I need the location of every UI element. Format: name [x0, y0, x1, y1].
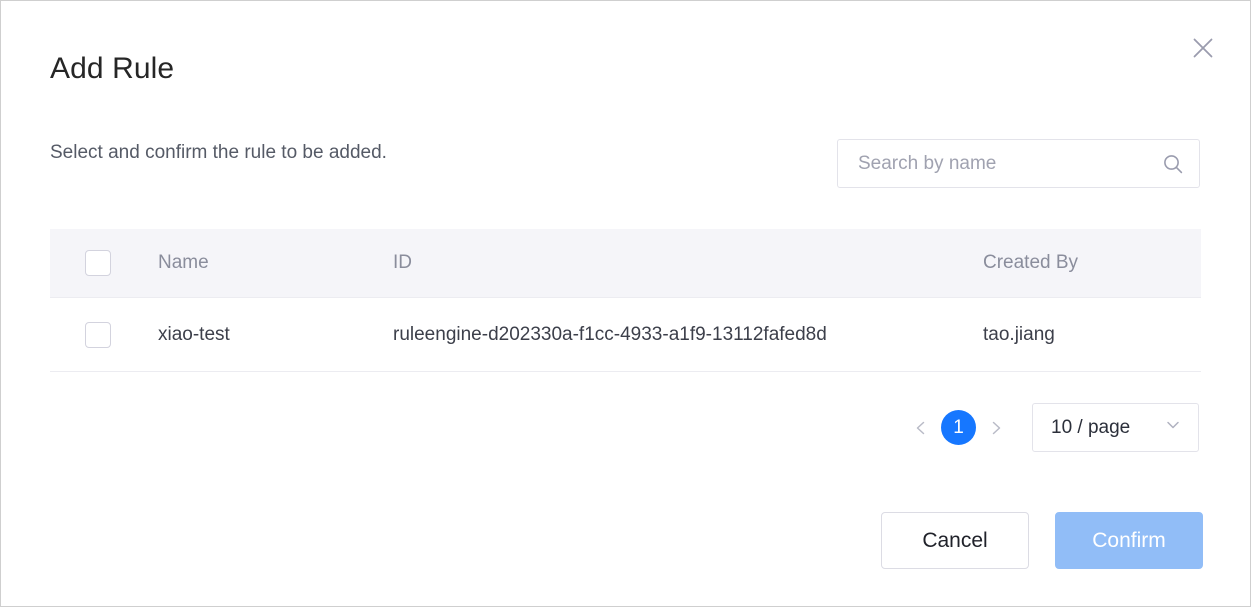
confirm-button[interactable]: Confirm [1055, 512, 1203, 569]
table-row-select-cell [50, 321, 158, 348]
screen: Add Rule Select and confirm the rule to … [0, 0, 1251, 607]
dialog-subtitle: Select and confirm the rule to be added. [50, 142, 387, 163]
search-box[interactable] [837, 139, 1200, 188]
row-checkbox[interactable] [85, 321, 111, 348]
pagination: 1 10 / page [904, 403, 1199, 452]
table-row[interactable]: xiao-test ruleengine-d202330a-f1cc-4933-… [50, 298, 1201, 372]
chevron-down-icon [1164, 416, 1182, 439]
cell-id: ruleengine-d202330a-f1cc-4933-a1f9-13112… [393, 323, 827, 345]
add-rule-dialog: Add Rule Select and confirm the rule to … [1, 1, 1250, 606]
chevron-left-icon[interactable] [904, 411, 938, 445]
column-header-name[interactable]: Name [158, 252, 393, 274]
close-icon[interactable] [1186, 31, 1220, 65]
page-size-select[interactable]: 10 / page [1032, 403, 1199, 452]
dialog-footer: Cancel Confirm [881, 512, 1203, 569]
column-header-created-by[interactable]: Created By [983, 252, 1201, 274]
page-size-label: 10 / page [1051, 416, 1131, 438]
cell-name: xiao-test [158, 323, 230, 345]
column-header-id[interactable]: ID [393, 252, 983, 274]
cancel-button[interactable]: Cancel [881, 512, 1029, 569]
search-input[interactable] [856, 151, 1161, 176]
chevron-right-icon[interactable] [979, 411, 1013, 445]
page-title: Add Rule [50, 52, 175, 85]
pagination-current-page[interactable]: 1 [941, 410, 976, 445]
rules-table: Name ID Created By xiao-test ruleengine-… [50, 229, 1201, 372]
select-all-checkbox[interactable] [85, 250, 111, 276]
search-icon[interactable] [1161, 152, 1185, 176]
cell-created-by: tao.jiang [983, 323, 1055, 345]
table-header-row: Name ID Created By [50, 229, 1201, 298]
table-header-select-cell [50, 250, 158, 276]
